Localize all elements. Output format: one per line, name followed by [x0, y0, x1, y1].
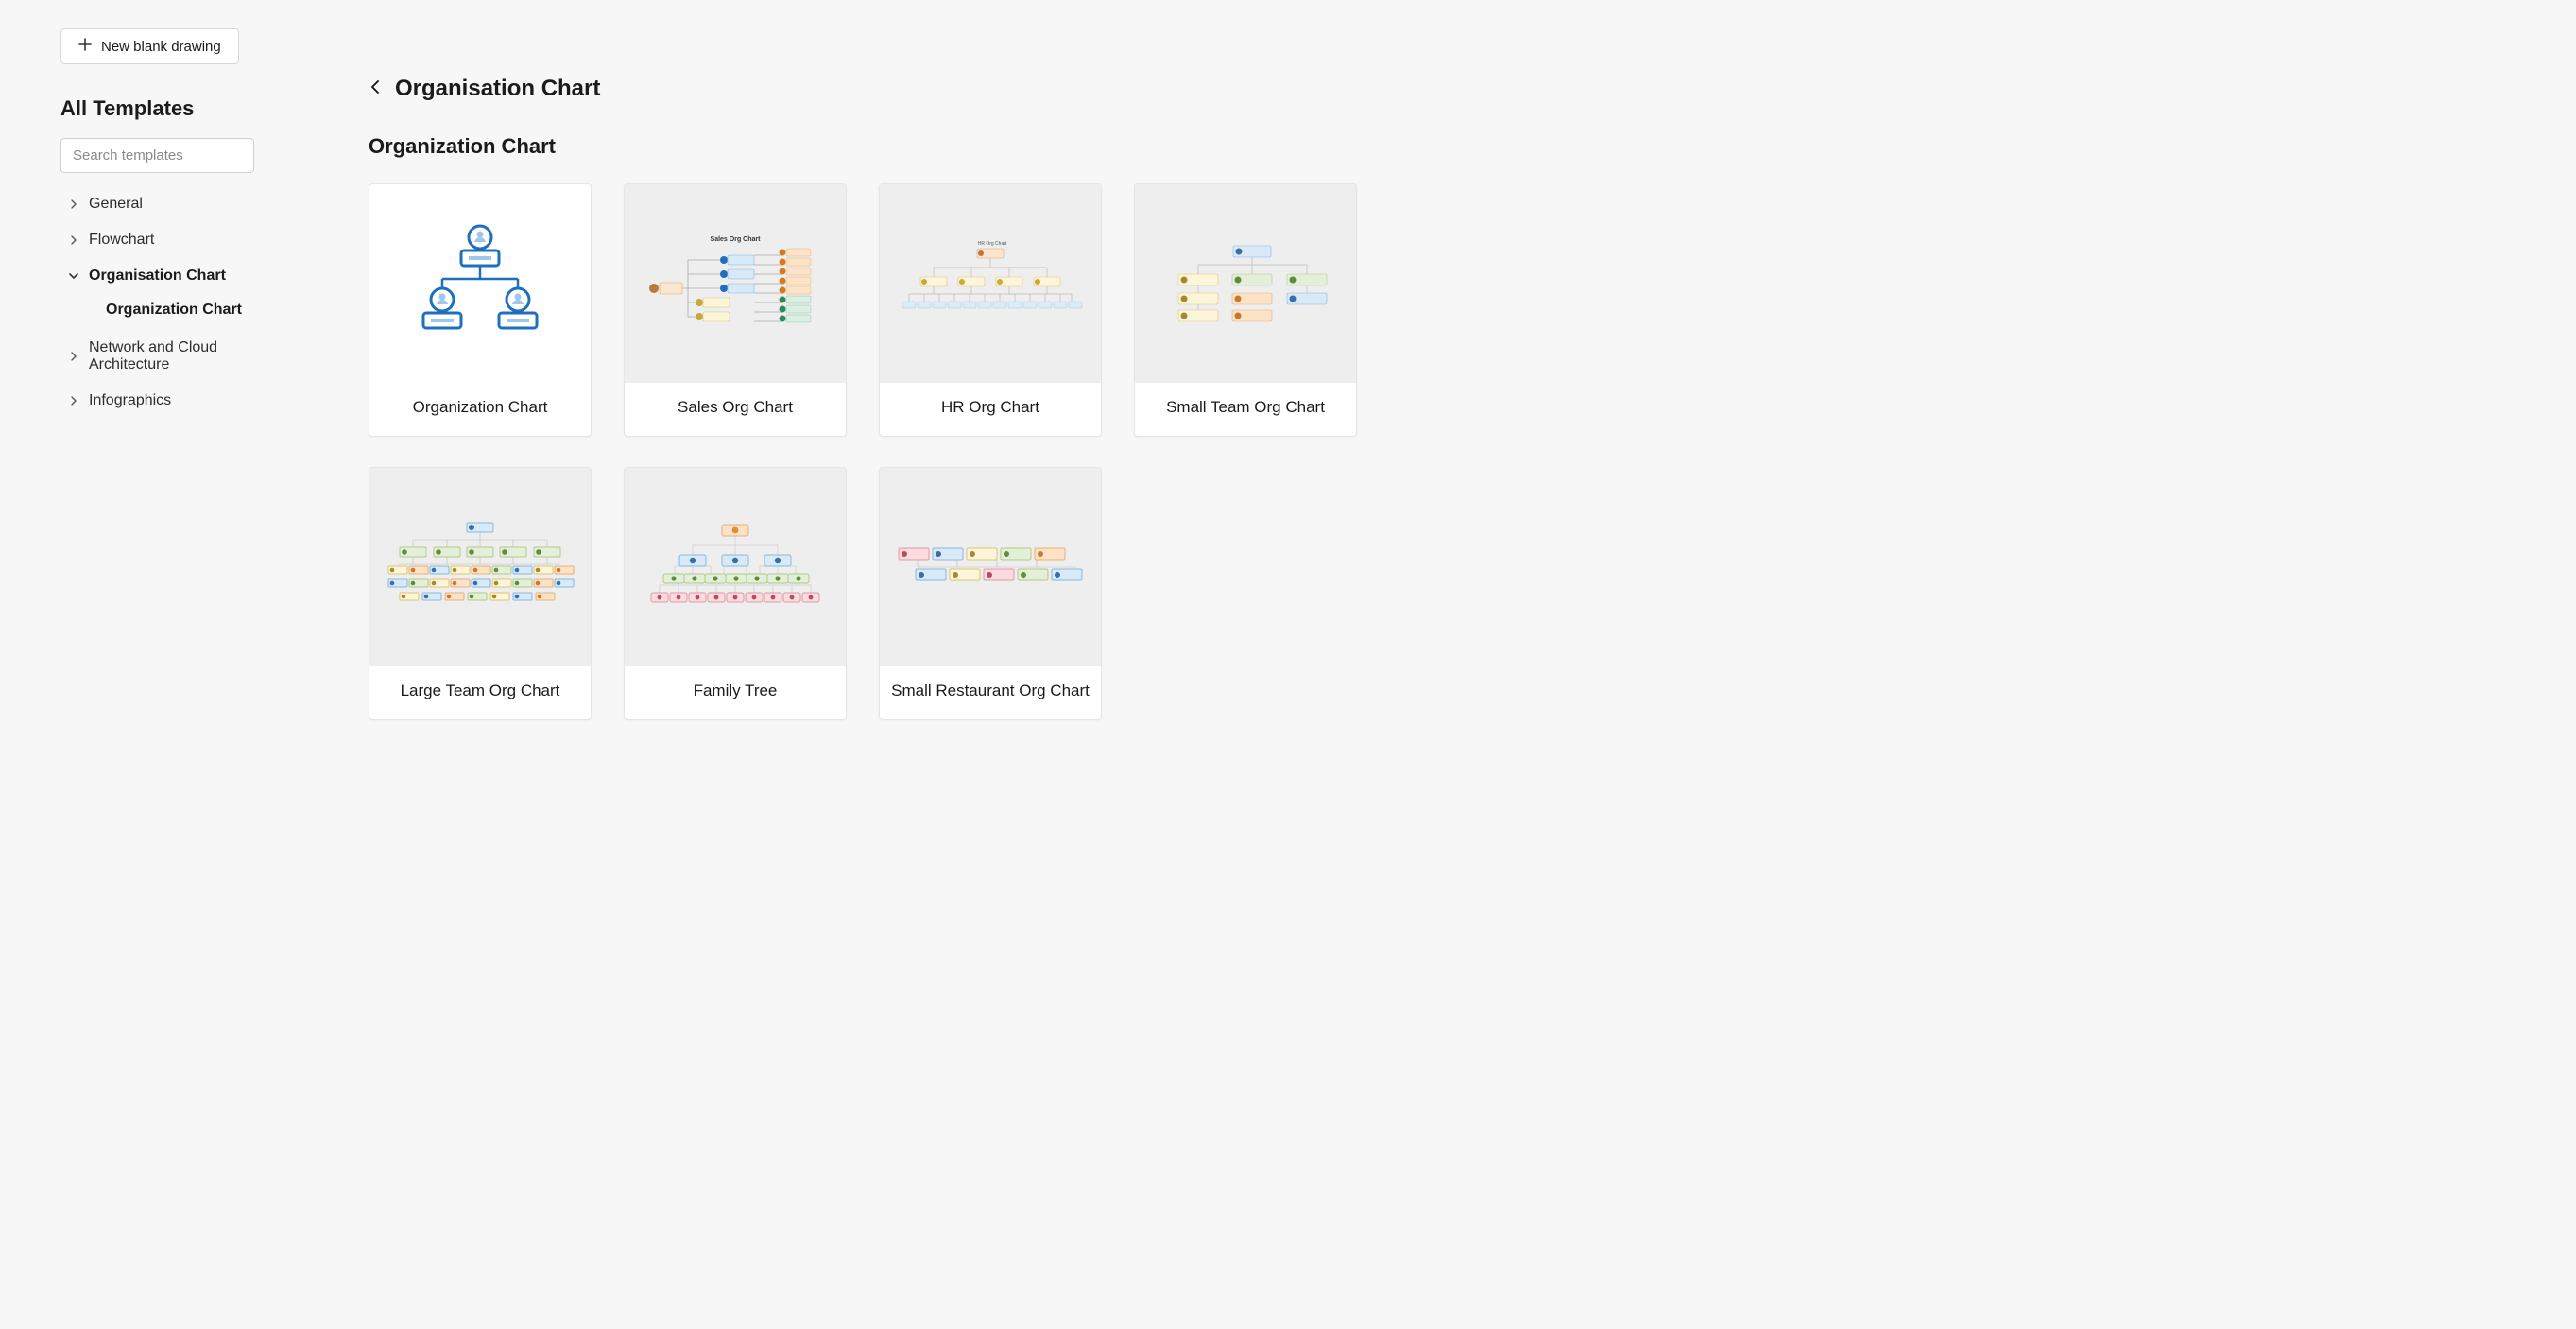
chevron-right-icon: [68, 395, 79, 406]
chevron-right-icon: [68, 234, 79, 246]
tree-item-label: General: [89, 196, 143, 213]
template-label: Small Team Org Chart: [1135, 383, 1356, 436]
section-title: Organization Chart: [369, 134, 2538, 159]
tree-item-general[interactable]: General: [60, 186, 312, 222]
tree-item-organisation-chart[interactable]: Organisation Chart: [60, 258, 312, 294]
tree-item-label: Flowchart: [89, 232, 154, 249]
template-label: Small Restaurant Org Chart: [880, 666, 1101, 719]
tree-subitem-organization-chart[interactable]: Organization Chart: [60, 294, 312, 330]
tree-subitem-label: Organization Chart: [106, 302, 242, 318]
template-card-small-restaurant-org-chart[interactable]: Small Restaurant Org Chart: [879, 467, 1102, 720]
tree-item-label: Organisation Chart: [89, 268, 226, 285]
template-label: HR Org Chart: [880, 383, 1101, 436]
template-thumbnail: Sales Org Chart: [625, 184, 846, 383]
template-thumbnail: [880, 468, 1101, 666]
svg-text:HR Org Chart: HR Org Chart: [978, 241, 1007, 247]
chevron-right-icon: [68, 351, 79, 362]
sidebar-heading: All Templates: [60, 96, 312, 121]
template-card-hr-org-chart[interactable]: HR Org Chart: [879, 183, 1102, 437]
template-label: Family Tree: [625, 666, 846, 719]
sidebar: New blank drawing All Templates General …: [0, 0, 312, 1329]
template-card-family-tree[interactable]: Family Tree: [624, 467, 847, 720]
new-blank-label: New blank drawing: [101, 39, 221, 55]
template-card-sales-org-chart[interactable]: Sales Org Chart: [624, 183, 847, 437]
template-card-large-team-org-chart[interactable]: Large Team Org Chart: [369, 467, 592, 720]
back-chevron-icon: [369, 79, 384, 98]
template-grid: Organization Chart Sales Org Chart: [369, 183, 2538, 720]
chevron-right-icon: [68, 198, 79, 210]
template-label: Sales Org Chart: [625, 383, 846, 436]
template-label: Large Team Org Chart: [369, 666, 591, 719]
template-thumbnail: [369, 184, 591, 383]
breadcrumb[interactable]: Organisation Chart: [369, 76, 600, 102]
chevron-down-icon: [68, 270, 79, 282]
tree-item-label: Infographics: [89, 392, 171, 409]
template-thumbnail: HR Org Chart: [880, 184, 1101, 383]
main-content: Organisation Chart Organization Chart: [312, 0, 2576, 1329]
breadcrumb-title: Organisation Chart: [395, 76, 600, 102]
new-blank-button[interactable]: New blank drawing: [60, 28, 239, 64]
template-thumbnail: [1135, 184, 1356, 383]
template-label: Organization Chart: [369, 383, 591, 436]
template-thumbnail: [625, 468, 846, 666]
tree-item-flowchart[interactable]: Flowchart: [60, 222, 312, 258]
category-tree: General Flowchart Organisation Chart Org…: [60, 186, 312, 419]
template-card-organization-chart[interactable]: Organization Chart: [369, 183, 592, 437]
plus-icon: [78, 38, 92, 55]
template-card-small-team-org-chart[interactable]: Small Team Org Chart: [1134, 183, 1357, 437]
tree-item-network-cloud[interactable]: Network and Cloud Architecture: [60, 330, 312, 383]
search-input[interactable]: [60, 138, 254, 173]
tree-item-infographics[interactable]: Infographics: [60, 383, 312, 419]
tree-item-label: Network and Cloud Architecture: [89, 339, 240, 373]
template-thumbnail: [369, 468, 591, 666]
svg-text:Sales Org Chart: Sales Org Chart: [711, 236, 762, 243]
